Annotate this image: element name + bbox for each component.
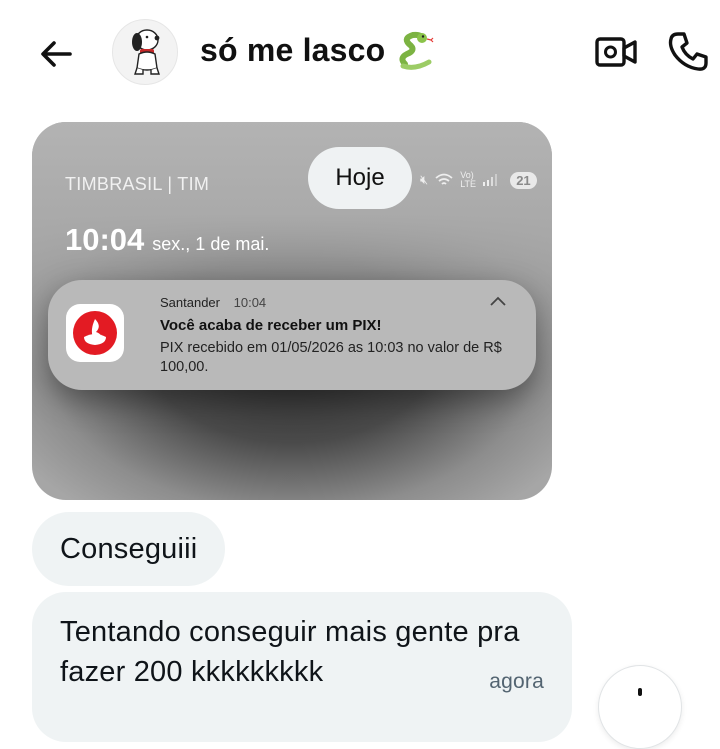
network-label: Vo) LTE bbox=[460, 170, 477, 189]
clock-time: 10:04 bbox=[65, 222, 145, 257]
chat-header: só me lasco bbox=[0, 0, 720, 104]
santander-app-icon bbox=[66, 304, 124, 362]
shared-screenshot[interactable]: TIMBRASIL | TIM 🔇︎ Vo) LTE 21 10:04 sex.… bbox=[32, 122, 552, 500]
message-bubble[interactable]: Conseguiii bbox=[32, 512, 226, 586]
notification-body: PIX recebido em 01/05/2026 as 10:03 no v… bbox=[160, 340, 502, 375]
battery-level: 21 bbox=[510, 171, 537, 189]
snake-emoji-icon bbox=[399, 31, 434, 70]
santander-logo-icon bbox=[73, 311, 117, 355]
signal-icon bbox=[483, 174, 498, 186]
clock-date: sex., 1 de mai. bbox=[152, 234, 270, 254]
chat-title[interactable]: só me lasco bbox=[200, 30, 435, 70]
arrow-left-icon[interactable] bbox=[34, 32, 78, 76]
arrow-down-icon bbox=[638, 688, 642, 696]
mute-icon: 🔇︎ bbox=[420, 172, 429, 187]
message-bubble[interactable]: Tentando conseguir mais gente pra fazer … bbox=[32, 592, 572, 742]
notification-header: Santander 10:04 bbox=[160, 295, 266, 310]
message-text: Tentando conseguir mais gente pra fazer … bbox=[60, 616, 520, 688]
phone-icon[interactable] bbox=[664, 28, 712, 76]
scroll-to-bottom-button[interactable] bbox=[598, 665, 682, 749]
status-icons: 🔇︎ Vo) LTE 21 bbox=[420, 171, 537, 189]
wifi-icon bbox=[435, 173, 453, 185]
chevron-up-icon bbox=[490, 296, 506, 306]
message-timestamp: agora bbox=[489, 670, 544, 693]
lockscreen-clock: 10:04 sex., 1 de mai. bbox=[65, 222, 269, 258]
chat-name: só me lasco bbox=[200, 31, 386, 68]
notification-time: 10:04 bbox=[233, 295, 267, 310]
carrier-label: TIMBRASIL | TIM bbox=[65, 174, 210, 194]
notification-title: Você acaba de receber um PIX! bbox=[160, 317, 382, 334]
avatar[interactable] bbox=[112, 19, 178, 85]
video-call-icon[interactable] bbox=[594, 32, 638, 72]
snoopy-avatar-icon bbox=[132, 29, 160, 75]
notification-app: Santander bbox=[160, 295, 220, 310]
message-text: Conseguiii bbox=[60, 532, 198, 565]
day-separator: Hoje bbox=[308, 147, 412, 209]
notification-card: Santander 10:04 Você acaba de receber um… bbox=[48, 280, 536, 390]
